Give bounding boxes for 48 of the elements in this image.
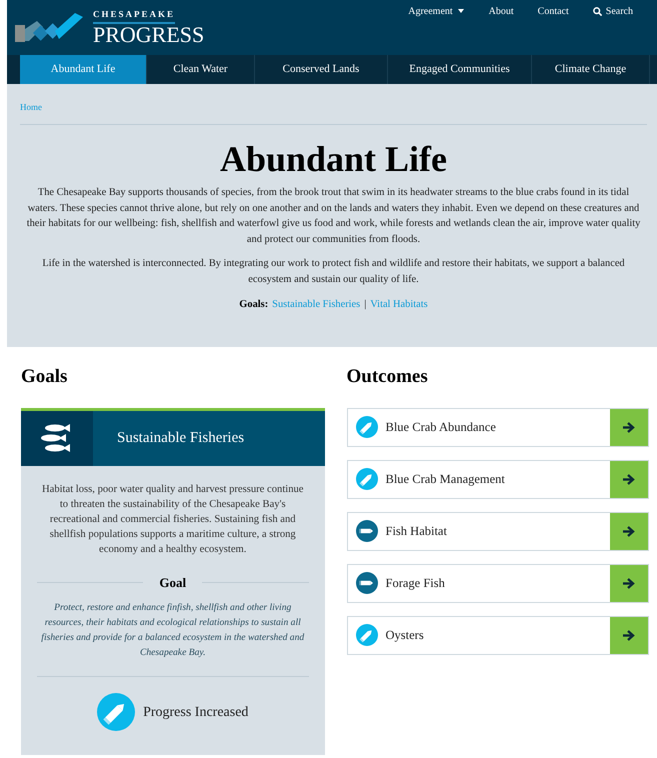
progress-status: Progress Increased <box>143 704 248 722</box>
link-separator: | <box>364 298 366 312</box>
progress-increased-icon <box>97 693 136 731</box>
page-title: Abundant Life <box>218 141 448 177</box>
intro-paragraph: The Chesapeake Bay supports thousands of species, from the brook trout that swim in its headwater streams to the blue crabs found in its tidal waters. These species cannot thrive alone, but rely on one another and on the lands and waters they inhabit. Even we depend on these creatures and their habitats for our wellbeing: fish, shellfish and waterfowl give us food and work, while forests and wetlands clean the air, improve water quality and protect our communities from floods. <box>26 186 642 247</box>
top-nav-link[interactable]: Contact <box>538 4 569 19</box>
goals-label: Goals: <box>239 298 268 312</box>
agreement-dropdown[interactable]: Agreement <box>408 4 453 19</box>
search-link[interactable]: Search <box>606 4 633 19</box>
outcome-label: Fish Habitat <box>386 522 448 540</box>
search-icon <box>592 7 602 16</box>
logo-subtitle: CHESAPEAKE <box>93 10 176 24</box>
intro-paragraph: Life in the watershed is interconnected. By integrating our work to protect fish and wildlife and restore their habitats, we support a balanced ecosystem and sustain our quality of life. <box>41 257 626 287</box>
outcome-row[interactable]: Oysters <box>346 616 649 654</box>
arrow-right-icon <box>623 422 635 432</box>
progress-increased-icon <box>356 468 378 490</box>
logo-title: PROGRESS <box>93 24 204 46</box>
logo-icon <box>15 12 85 42</box>
outcome-row[interactable]: Fish Habitat <box>346 512 649 550</box>
outcome-arrow-button[interactable] <box>610 564 648 602</box>
arrow-right-icon <box>623 526 635 536</box>
no-change-icon <box>356 520 378 542</box>
no-change-icon <box>356 572 378 594</box>
goal-description: Habitat loss, poor water quality and harvest pressure continue to threaten the sustainability of the Chesapeake Bay's recreational and commercial fisheries. Sustaining fish and shellfish populations supports a maritime culture, a strong economy and a healthy ecosystem. <box>40 482 305 556</box>
progress-increased-icon <box>356 624 378 646</box>
nav-tab[interactable]: Abundant Life <box>20 55 147 84</box>
outcome-arrow-button[interactable] <box>610 512 648 550</box>
outcome-label: Blue Crab Management <box>386 470 506 488</box>
section-heading: Goals <box>21 365 68 389</box>
outcome-row[interactable]: Blue Crab Abundance <box>346 408 649 446</box>
outcome-arrow-button[interactable] <box>610 616 648 654</box>
goal-subheading: Goal <box>159 574 186 592</box>
outcome-arrow-button[interactable] <box>610 408 648 446</box>
arrow-right-icon <box>623 578 635 588</box>
arrow-right-icon <box>623 474 635 484</box>
progress-increased-icon <box>356 416 378 438</box>
outcome-label: Oysters <box>386 626 425 644</box>
section-heading: Outcomes <box>346 365 429 389</box>
outcome-arrow-button[interactable] <box>610 460 648 498</box>
caret-icon <box>456 9 465 14</box>
outcome-label: Forage Fish <box>386 574 446 592</box>
goal-statement: Protect, restore and enhance finfish, shellfish and other living resources, their habitats and ecological relationships to sustain all fisheries and provide for a balanced ecosystem in the watershed and Chesapeake Bay. <box>40 601 306 660</box>
outcome-row[interactable]: Forage Fish <box>346 564 649 602</box>
arrow-right-icon <box>623 630 635 640</box>
outcome-row[interactable]: Blue Crab Management <box>346 460 649 498</box>
top-nav-link[interactable]: About <box>488 4 514 19</box>
outcome-label: Blue Crab Abundance <box>386 418 497 436</box>
goal-title: Sustainable Fisheries <box>116 428 244 448</box>
